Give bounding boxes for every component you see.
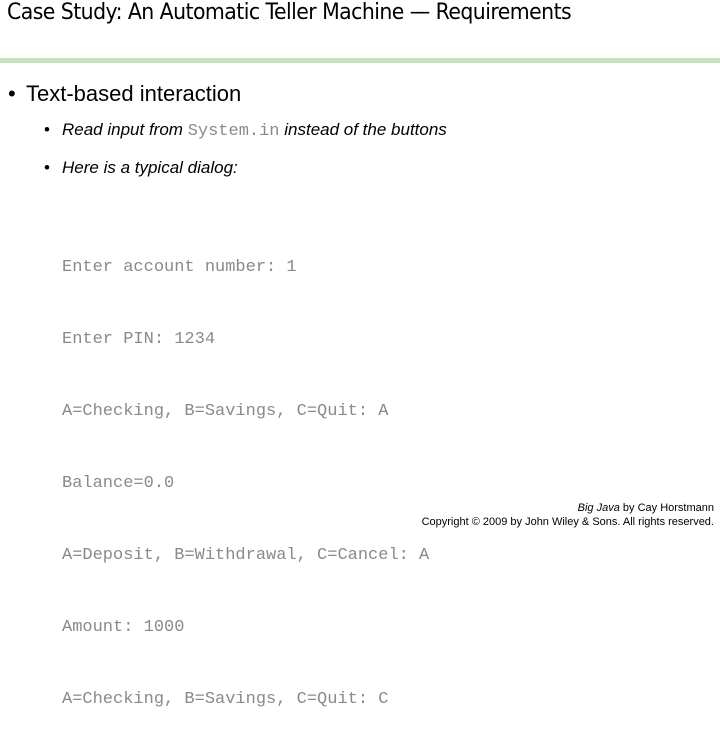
footer-book-line: Big Java by Cay Horstmann (422, 501, 714, 515)
footer-book-title: Big Java (577, 502, 620, 514)
dialog-line: Enter PIN: 1234 (62, 330, 216, 349)
dialog-code-block: Enter account number: 1 Enter PIN: 1234 … (62, 208, 429, 736)
title-divider (0, 58, 720, 63)
dialog-line: A=Deposit, B=Withdrawal, C=Cancel: A (62, 546, 430, 565)
bullet-icon: • (44, 158, 50, 177)
dialog-line: A=Checking, B=Savings, C=Quit: C (62, 690, 389, 709)
bullet-typical-dialog: • Here is a typical dialog: (44, 157, 238, 179)
bullet-text: Here is a typical dialog: (62, 158, 238, 177)
bullet-icon: • (8, 81, 16, 106)
bullet-icon: • (44, 120, 50, 139)
bullet-text-before: Read input from (62, 120, 188, 139)
bullet-text-after: instead of the buttons (279, 120, 447, 139)
dialog-line: Enter account number: 1 (62, 258, 297, 277)
slide-footer: Big Java by Cay Horstmann Copyright © 20… (422, 501, 714, 529)
bullet-read-input: • Read input from System.in instead of th… (44, 119, 447, 143)
inline-code-system-in: System.in (187, 122, 280, 141)
footer-copyright: Copyright © 2009 by John Wiley & Sons. A… (421, 516, 714, 528)
slide-title: Case Study: An Automatic Teller Machine … (7, 0, 572, 25)
footer-author: by Cay Horstmann (619, 502, 714, 514)
dialog-line: A=Checking, B=Savings, C=Quit: A (62, 402, 389, 421)
bullet-text-based-interaction: • Text-based interaction (8, 81, 241, 107)
dialog-line: Amount: 1000 (62, 618, 185, 637)
bullet-text: Text-based interaction (26, 81, 242, 106)
dialog-line: Balance=0.0 (62, 474, 175, 493)
